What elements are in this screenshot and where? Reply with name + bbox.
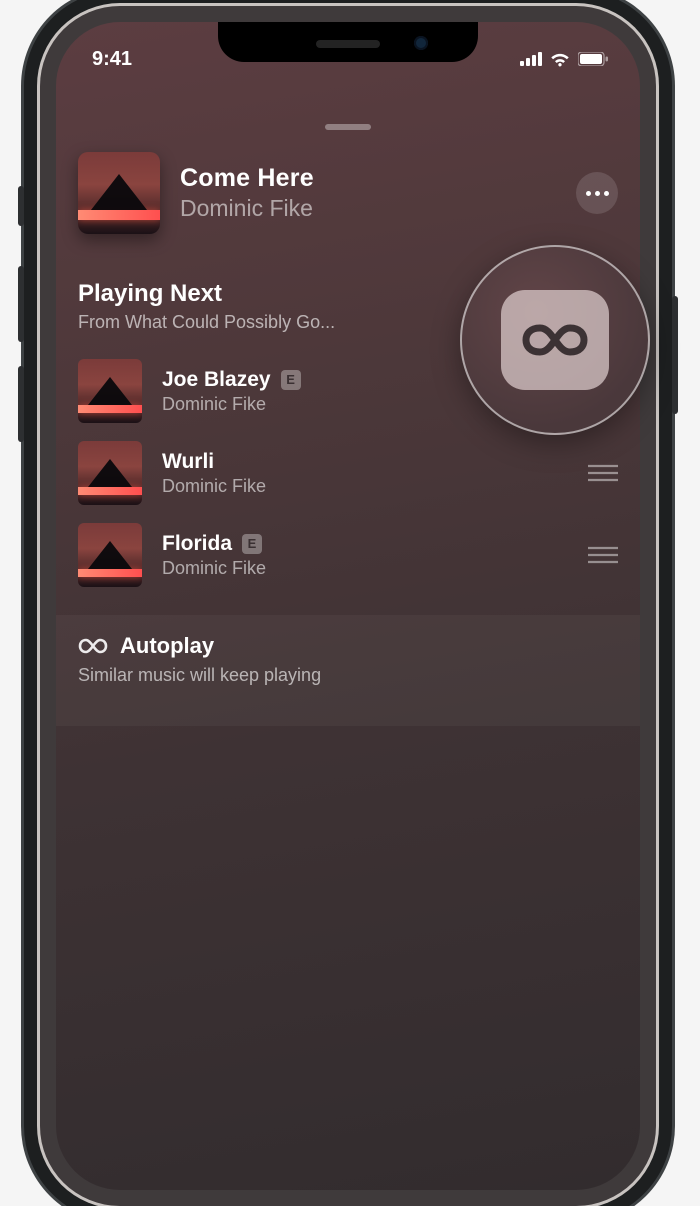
track-artist: Dominic Fike [162, 476, 568, 497]
explicit-badge: E [242, 534, 262, 554]
volume-up-button [18, 266, 24, 342]
autoplay-toggle[interactable] [501, 290, 609, 390]
status-time: 9:41 [92, 48, 132, 71]
wifi-icon [549, 51, 571, 67]
track-title: Florida [162, 532, 232, 556]
now-playing-artwork[interactable] [78, 152, 160, 234]
more-button[interactable] [576, 172, 618, 214]
autoplay-title: Autoplay [120, 633, 214, 659]
volume-down-button [18, 366, 24, 442]
infinity-icon [520, 320, 590, 360]
autoplay-subtitle: Similar music will keep playing [78, 665, 618, 686]
track-artist: Dominic Fike [162, 558, 568, 579]
now-playing-title: Come Here [180, 164, 556, 193]
track-artwork [78, 359, 142, 423]
power-button [672, 296, 678, 414]
explicit-badge: E [281, 370, 301, 390]
autoplay-button-callout [460, 245, 650, 435]
mute-switch [18, 186, 24, 226]
autoplay-section: Autoplay Similar music will keep playing [56, 615, 640, 726]
infinity-icon [78, 637, 108, 655]
track-title: Joe Blazey [162, 368, 271, 392]
track-title: Wurli [162, 450, 214, 474]
screen: 9:41 Come Here Dominic Fike [56, 22, 640, 1190]
sheet-grabber[interactable] [325, 124, 371, 130]
reorder-handle-icon[interactable] [588, 546, 618, 564]
track-row[interactable]: Wurli Dominic Fike [78, 441, 618, 505]
now-playing-row: Come Here Dominic Fike [78, 152, 618, 234]
track-row[interactable]: Florida E Dominic Fike [78, 523, 618, 587]
track-artwork [78, 523, 142, 587]
phone-frame: 9:41 Come Here Dominic Fike [40, 6, 656, 1206]
battery-icon [578, 52, 608, 66]
track-artwork [78, 441, 142, 505]
reorder-handle-icon[interactable] [588, 464, 618, 482]
now-playing-artist: Dominic Fike [180, 195, 556, 222]
notch [218, 22, 478, 62]
cellular-icon [520, 52, 542, 66]
